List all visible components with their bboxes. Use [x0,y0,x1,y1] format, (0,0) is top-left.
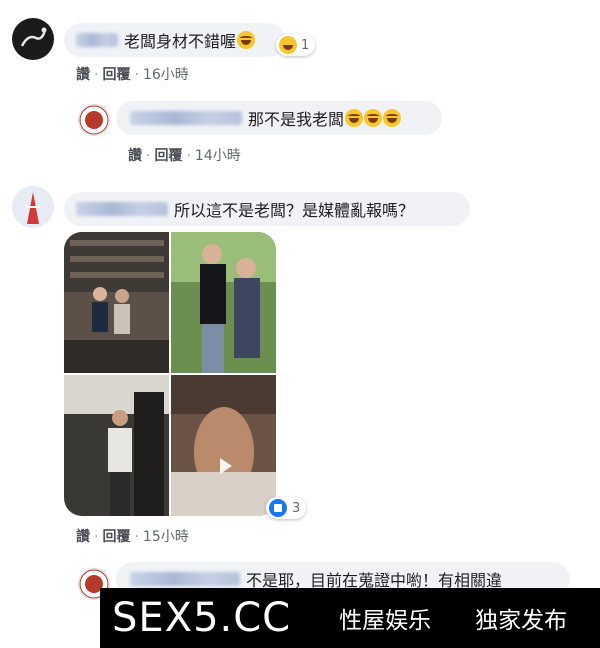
haha-reaction-icon [279,36,297,54]
like-link[interactable]: 讚 [76,529,90,545]
page-avatar[interactable] [78,104,110,136]
comment-text: 那不是我老闆 [248,110,345,129]
like-reaction-icon [269,499,287,517]
watermark-tag: 性屋娱乐 [339,608,432,634]
commenter-avatar[interactable] [12,18,54,60]
like-link[interactable]: 讚 [128,148,142,164]
timestamp[interactable]: 16小時 [143,67,189,83]
tower-avatar-icon [12,186,54,228]
blurred-username[interactable] [130,111,242,125]
watermark-brand: SEX5.CC [112,595,292,641]
grinning-emoji-icon [237,31,256,49]
photo-collage[interactable] [64,232,276,516]
commenter-avatar[interactable] [12,186,54,228]
avatar-badge-icon [79,105,109,135]
watermark-banner: SEX5.CC 性屋娱乐 独家发布 [100,588,600,648]
grinning-emoji-icon [383,109,402,127]
comment-actions: 讚 · 回覆 · 14小時 [128,148,241,164]
comment-actions: 讚 · 回覆 · 16小時 [76,67,189,83]
reaction-count: 3 [292,500,301,516]
timestamp[interactable]: 14小時 [195,148,241,164]
grinning-emoji-icon [345,109,364,127]
avatar-logo-icon [13,19,53,59]
blurred-username[interactable] [130,572,240,586]
like-link[interactable]: 讚 [76,67,90,83]
grinning-emoji-icon [364,109,383,127]
comment-bubble: 所以這不是老闆？是媒體亂報嗎？ [64,192,470,226]
watermark-tag: 独家发布 [475,608,568,634]
comment-bubble: 老闆身材不錯喔 [64,23,286,57]
reply-link[interactable]: 回覆 [154,148,182,164]
blurred-username[interactable] [76,33,118,47]
comment-actions: 讚 · 回覆 · 15小時 [76,529,189,545]
reply-link[interactable]: 回覆 [102,67,130,83]
comment-text: 所以這不是老闆？是媒體亂報嗎？ [174,201,415,220]
timestamp[interactable]: 15小時 [143,529,189,545]
reaction-badge[interactable]: 1 [276,34,316,56]
reaction-badge[interactable]: 3 [266,497,307,519]
comment-bubble: 那不是我老闆 [116,101,442,135]
reaction-count: 1 [301,37,310,53]
comment-text: 老闆身材不錯喔 [124,32,237,51]
reply-link[interactable]: 回覆 [102,529,130,545]
blurred-username[interactable] [76,202,168,216]
collage-images [64,232,276,516]
